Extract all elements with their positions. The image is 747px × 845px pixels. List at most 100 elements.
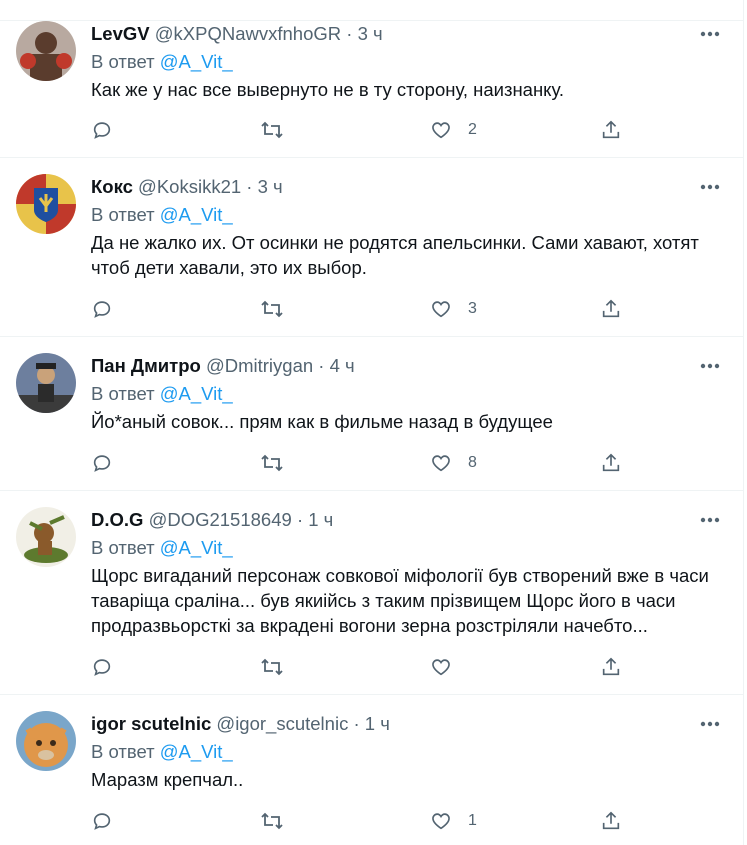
timestamp[interactable]: 4 ч xyxy=(330,355,355,376)
more-options-icon[interactable] xyxy=(697,353,723,379)
retweet-button[interactable] xyxy=(260,296,284,322)
reply-context: В ответ @A_Vit_ xyxy=(91,379,723,409)
reply-prefix: В ответ xyxy=(91,537,155,558)
tweet-text-line: Как же у нас все вывернуто не в ту сторо… xyxy=(91,79,565,100)
heart-icon xyxy=(432,455,450,472)
like-count: 8 xyxy=(468,454,477,471)
tweet-reply-2[interactable]: Кокс @Koksikk21 · 3 ч В ответ @A_Vit_ Да… xyxy=(0,158,743,337)
tweet-actions: 8 xyxy=(91,450,651,476)
reply-button[interactable] xyxy=(91,450,113,476)
user-handle[interactable]: @igor_scutelnic xyxy=(216,713,348,734)
heart-icon xyxy=(432,301,450,318)
tweet-actions xyxy=(91,654,651,680)
more-options-icon[interactable] xyxy=(697,507,723,533)
mention-link[interactable]: @A_Vit_ xyxy=(160,204,233,225)
tweet-text: Да не жалко их. От осинки не родятся апе… xyxy=(91,230,723,280)
mention-link[interactable]: @A_Vit_ xyxy=(160,383,233,404)
share-button[interactable] xyxy=(600,450,622,476)
reply-button[interactable] xyxy=(91,117,113,143)
display-name[interactable]: D.O.G xyxy=(91,509,143,530)
tweet-reply-5[interactable]: igor scutelnic @igor_scutelnic · 1 ч В о… xyxy=(0,695,743,845)
timestamp[interactable]: 1 ч xyxy=(308,509,333,530)
tweet-text: Как же у нас все вывернуто не в ту сторо… xyxy=(91,77,723,102)
tweet-reply-3[interactable]: Пан Дмитро @Dmitriygan · 4 ч В ответ @A_… xyxy=(0,337,743,491)
display-name[interactable]: Пан Дмитро xyxy=(91,355,201,376)
retweet-button[interactable] xyxy=(260,654,284,680)
share-button[interactable] xyxy=(600,296,622,322)
tweet-text: Йо*аный совок... прям как в фильме назад… xyxy=(91,409,723,434)
tweet-text-line: Щорс вигаданий персонаж совкової міфолог… xyxy=(91,565,709,586)
like-button[interactable]: 3 xyxy=(430,296,477,322)
timestamp[interactable]: 1 ч xyxy=(365,713,390,734)
reply-icon xyxy=(93,301,111,318)
share-button[interactable] xyxy=(600,117,622,143)
share-icon xyxy=(602,453,620,472)
tweet-text-line: чтоб дети хавали, это их выбор. xyxy=(91,257,367,278)
reply-prefix: В ответ xyxy=(91,741,155,762)
user-handle[interactable]: @DOG21518649 xyxy=(149,509,292,530)
tweet-text-line: Йо*аный совок... прям как в фильме назад… xyxy=(91,411,553,432)
mention-link[interactable]: @A_Vit_ xyxy=(160,741,233,762)
heart-icon xyxy=(432,659,450,676)
retweet-button[interactable] xyxy=(260,808,284,834)
mention-link[interactable]: @A_Vit_ xyxy=(160,537,233,558)
heart-icon xyxy=(432,122,450,139)
reply-icon xyxy=(93,122,111,139)
reply-prefix: В ответ xyxy=(91,383,155,404)
reply-context: В ответ @A_Vit_ xyxy=(91,533,723,563)
share-button[interactable] xyxy=(600,808,622,834)
reply-button[interactable] xyxy=(91,808,113,834)
more-options-icon[interactable] xyxy=(697,21,723,47)
tweet-actions: 2 xyxy=(91,117,651,143)
retweet-icon xyxy=(261,812,283,830)
like-button[interactable]: 2 xyxy=(430,117,477,143)
user-handle[interactable]: @kXPQNawvxfnhoGR xyxy=(155,23,341,44)
separator-dot: · xyxy=(246,176,253,197)
timeline-border xyxy=(743,0,744,845)
heart-icon xyxy=(432,813,450,830)
user-handle[interactable]: @Dmitriygan xyxy=(206,355,313,376)
tweet-reply-4[interactable]: D.O.G @DOG21518649 · 1 ч В ответ @A_Vit_… xyxy=(0,491,743,695)
avatar[interactable] xyxy=(16,21,76,81)
more-options-icon[interactable] xyxy=(697,174,723,200)
reply-icon xyxy=(93,455,111,472)
share-button[interactable] xyxy=(600,654,622,680)
reply-icon xyxy=(93,659,111,676)
user-handle[interactable]: @Koksikk21 xyxy=(138,176,241,197)
separator-dot: · xyxy=(296,509,304,530)
retweet-button[interactable] xyxy=(260,117,284,143)
display-name[interactable]: Кокс xyxy=(91,176,133,197)
reply-button[interactable] xyxy=(91,296,113,322)
tweet-header: igor scutelnic @igor_scutelnic · 1 ч xyxy=(91,711,723,737)
more-options-icon[interactable] xyxy=(697,711,723,737)
reply-prefix: В ответ xyxy=(91,204,155,225)
reply-icon xyxy=(93,813,111,830)
display-name[interactable]: LevGV xyxy=(91,23,150,44)
reply-context: В ответ @A_Vit_ xyxy=(91,200,723,230)
reply-prefix: В ответ xyxy=(91,51,155,72)
avatar[interactable] xyxy=(16,353,76,413)
tweet-header: D.O.G @DOG21518649 · 1 ч xyxy=(91,507,723,533)
tweet-reply-1[interactable]: LevGV @kXPQNawvxfnhoGR · 3 ч В ответ @A_… xyxy=(0,21,743,158)
tweet-text-line: Да не жалко их. От осинки не родятся апе… xyxy=(91,232,699,253)
avatar[interactable] xyxy=(16,711,76,771)
tweet-header: Пан Дмитро @Dmitriygan · 4 ч xyxy=(91,353,723,379)
tweet-text-line: Маразм крепчал.. xyxy=(91,769,244,790)
like-count: 1 xyxy=(468,812,477,829)
separator-dot: · xyxy=(346,23,353,44)
like-button[interactable] xyxy=(430,654,468,680)
separator-dot: · xyxy=(353,713,360,734)
avatar[interactable] xyxy=(16,507,76,567)
like-count: 2 xyxy=(468,121,477,138)
like-button[interactable]: 1 xyxy=(430,808,477,834)
avatar[interactable] xyxy=(16,174,76,234)
reply-button[interactable] xyxy=(91,654,113,680)
timestamp[interactable]: 3 ч xyxy=(358,23,383,44)
display-name[interactable]: igor scutelnic xyxy=(91,713,211,734)
retweet-button[interactable] xyxy=(260,450,284,476)
mention-link[interactable]: @A_Vit_ xyxy=(160,51,233,72)
tweet-text: Щорс вигаданий персонаж совкової міфолог… xyxy=(91,563,723,638)
tweet-text: Маразм крепчал.. xyxy=(91,767,723,792)
timestamp[interactable]: 3 ч xyxy=(258,176,283,197)
like-button[interactable]: 8 xyxy=(430,450,477,476)
